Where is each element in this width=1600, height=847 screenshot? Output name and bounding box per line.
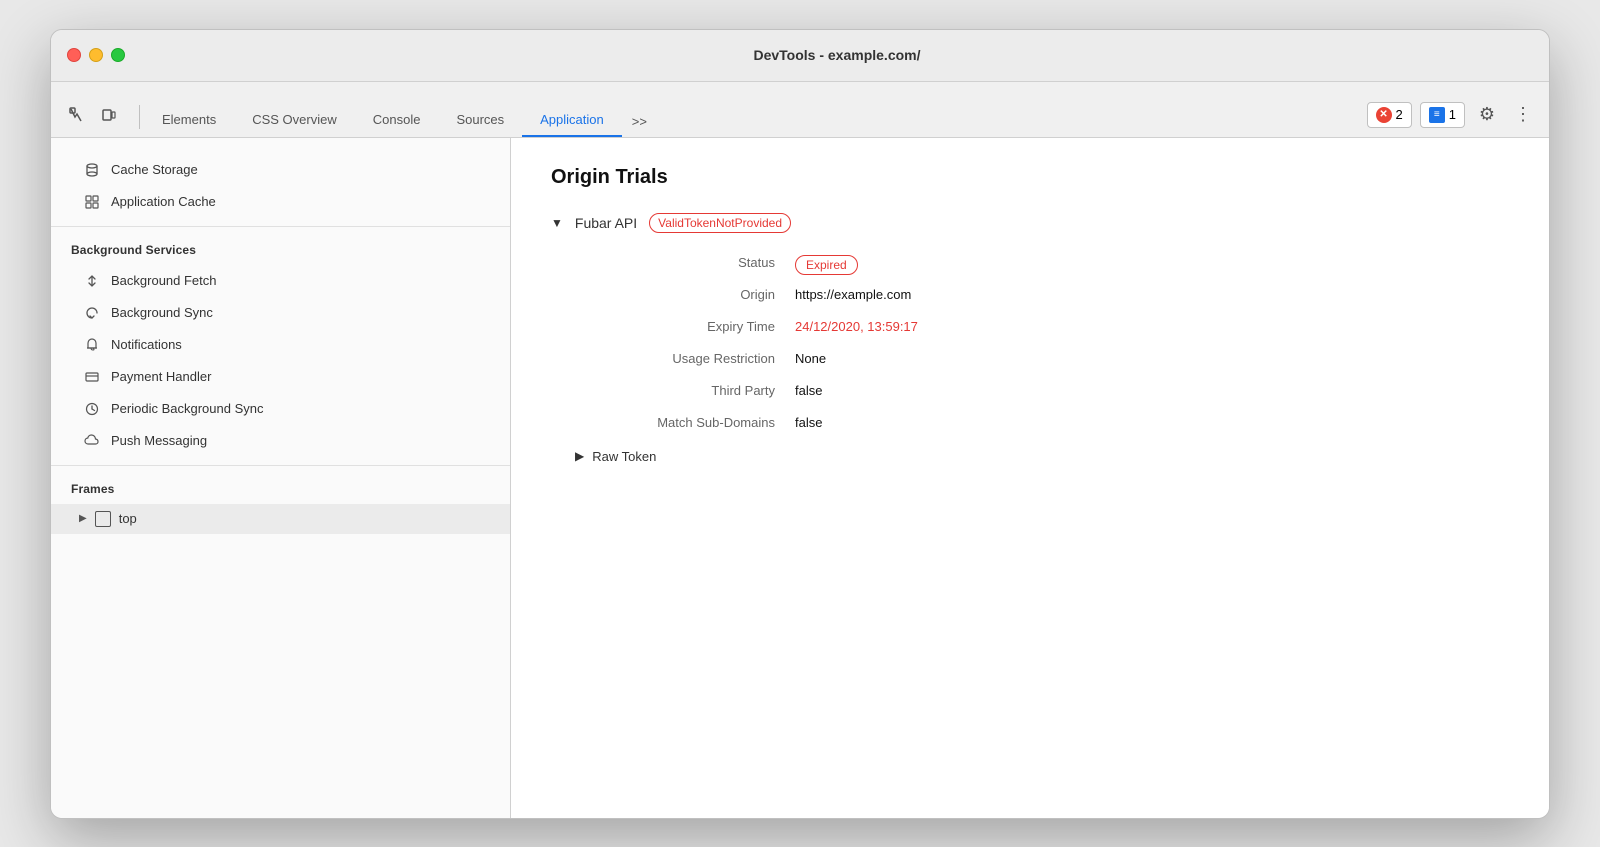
push-messaging-label: Push Messaging [111, 433, 207, 448]
message-count-button[interactable]: ≡ 1 [1420, 102, 1465, 128]
cylinder-icon [83, 161, 101, 179]
inspect-element-button[interactable] [63, 101, 91, 129]
detail-table: Status Expired Origin https://example.co… [575, 249, 1509, 441]
application-cache-label: Application Cache [111, 194, 216, 209]
arrows-updown-icon [83, 272, 101, 290]
close-button[interactable] [67, 48, 81, 62]
match-sub-domains-label: Match Sub-Domains [575, 415, 795, 430]
sync-icon [83, 304, 101, 322]
message-count: 1 [1449, 107, 1456, 122]
sidebar: Cache Storage Application Cache [51, 138, 511, 818]
arrow-right-icon: ▶ [79, 513, 87, 524]
sidebar-item-notifications[interactable]: Notifications [51, 329, 510, 361]
toolbar-left [63, 101, 123, 137]
toolbar-divider [139, 105, 140, 129]
frame-window-icon [95, 511, 111, 527]
api-header: ▼ Fubar API ValidTokenNotProvided [551, 213, 1509, 233]
tab-css-overview[interactable]: CSS Overview [234, 104, 355, 137]
sidebar-item-background-fetch[interactable]: Background Fetch [51, 265, 510, 297]
maximize-button[interactable] [111, 48, 125, 62]
more-options-button[interactable]: ⋮ [1509, 101, 1537, 129]
expiry-time-label: Expiry Time [575, 319, 795, 334]
sidebar-item-top[interactable]: ▶ top [51, 504, 510, 534]
error-icon: ✕ [1376, 107, 1392, 123]
background-services-header: Background Services [51, 235, 510, 265]
device-toggle-button[interactable] [95, 101, 123, 129]
background-fetch-label: Background Fetch [111, 273, 217, 288]
traffic-lights [67, 48, 125, 62]
message-icon: ≡ [1429, 107, 1445, 123]
minimize-button[interactable] [89, 48, 103, 62]
raw-token-row: ▶ Raw Token [575, 449, 1509, 464]
tab-application[interactable]: Application [522, 104, 622, 137]
error-count-button[interactable]: ✕ 2 [1367, 102, 1412, 128]
usage-restriction-label: Usage Restriction [575, 351, 795, 366]
expiry-time-value: 24/12/2020, 13:59:17 [795, 319, 1509, 334]
status-row: Status Expired [575, 249, 1509, 281]
sidebar-item-payment-handler[interactable]: Payment Handler [51, 361, 510, 393]
tab-console[interactable]: Console [355, 104, 439, 137]
origin-value: https://example.com [795, 287, 1509, 302]
toolbar: Elements CSS Overview Console Sources Ap… [51, 82, 1549, 138]
content-area: Origin Trials ▼ Fubar API ValidTokenNotP… [511, 138, 1549, 818]
background-services-section: Background Services Background Fetch [51, 227, 510, 466]
sidebar-item-cache-storage[interactable]: Cache Storage [51, 154, 510, 186]
status-label: Status [575, 255, 795, 270]
tab-sources[interactable]: Sources [438, 104, 522, 137]
bell-icon [83, 336, 101, 354]
third-party-label: Third Party [575, 383, 795, 398]
expiry-time-row: Expiry Time 24/12/2020, 13:59:17 [575, 313, 1509, 345]
window-title: DevTools - example.com/ [141, 47, 1533, 63]
sidebar-item-periodic-background-sync[interactable]: Periodic Background Sync [51, 393, 510, 425]
notifications-label: Notifications [111, 337, 182, 352]
payment-handler-label: Payment Handler [111, 369, 211, 384]
cloud-icon [83, 432, 101, 450]
titlebar: DevTools - example.com/ [51, 30, 1549, 82]
top-frame-label: top [119, 511, 137, 526]
storage-section: Cache Storage Application Cache [51, 146, 510, 227]
api-section: ▼ Fubar API ValidTokenNotProvided Status… [551, 213, 1509, 464]
usage-restriction-row: Usage Restriction None [575, 345, 1509, 377]
main-content: Cache Storage Application Cache [51, 138, 1549, 818]
sidebar-item-background-sync[interactable]: Background Sync [51, 297, 510, 329]
card-icon [83, 368, 101, 386]
grid-icon [83, 193, 101, 211]
match-sub-domains-row: Match Sub-Domains false [575, 409, 1509, 441]
error-count: 2 [1396, 107, 1403, 122]
status-value: Expired [795, 255, 1509, 275]
tab-elements[interactable]: Elements [144, 104, 234, 137]
toolbar-right: ✕ 2 ≡ 1 ⚙ ⋮ [1367, 101, 1537, 137]
third-party-value: false [795, 383, 1509, 398]
match-sub-domains-value: false [795, 415, 1509, 430]
settings-button[interactable]: ⚙ [1473, 101, 1501, 129]
sidebar-item-push-messaging[interactable]: Push Messaging [51, 425, 510, 457]
frames-section: Frames ▶ top [51, 466, 510, 542]
clock-icon [83, 400, 101, 418]
api-name: Fubar API [575, 215, 637, 231]
tabs: Elements CSS Overview Console Sources Ap… [144, 104, 1359, 137]
background-sync-label: Background Sync [111, 305, 213, 320]
origin-label: Origin [575, 287, 795, 302]
periodic-background-sync-label: Periodic Background Sync [111, 401, 263, 416]
api-token-status-badge: ValidTokenNotProvided [649, 213, 791, 233]
usage-restriction-value: None [795, 351, 1509, 366]
page-title: Origin Trials [551, 166, 1509, 189]
third-party-row: Third Party false [575, 377, 1509, 409]
origin-row: Origin https://example.com [575, 281, 1509, 313]
frames-header: Frames [51, 474, 510, 504]
raw-token-toggle[interactable]: ▶ [575, 449, 584, 463]
more-tabs-button[interactable]: >> [622, 106, 657, 137]
api-collapse-toggle[interactable]: ▼ [551, 216, 563, 230]
sidebar-item-application-cache[interactable]: Application Cache [51, 186, 510, 218]
expired-badge: Expired [795, 255, 858, 275]
raw-token-label: Raw Token [592, 449, 656, 464]
devtools-window: DevTools - example.com/ Elements CSS Ove… [50, 29, 1550, 819]
cache-storage-label: Cache Storage [111, 162, 198, 177]
